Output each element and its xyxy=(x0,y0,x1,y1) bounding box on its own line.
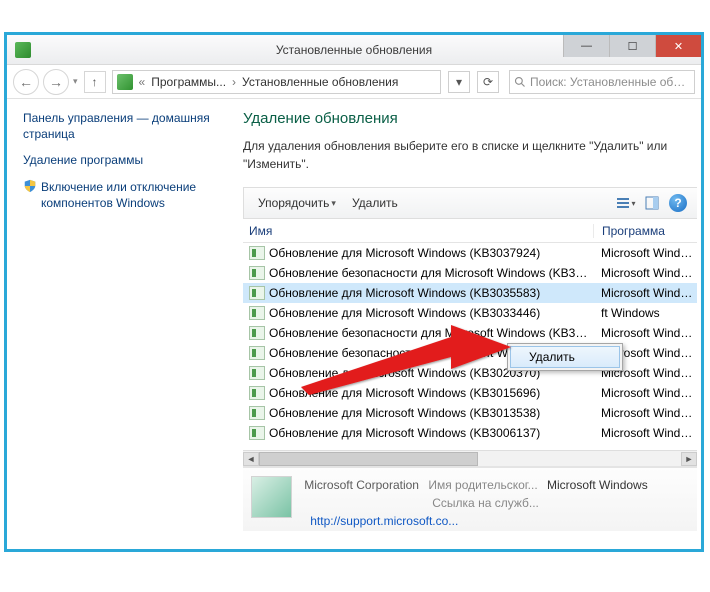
history-dropdown-icon[interactable]: ▾ xyxy=(73,76,78,87)
help-button[interactable]: ? xyxy=(667,192,689,214)
update-icon xyxy=(249,366,265,380)
parent-value: Microsoft Windows xyxy=(547,478,648,492)
navbar: ← → ▾ ↑ « Программы... › Установленные о… xyxy=(7,65,701,99)
table-row[interactable]: Обновление для Microsoft Windows (KB3013… xyxy=(243,403,697,423)
forward-button[interactable]: → xyxy=(43,69,69,95)
publisher-name: Microsoft Corporation xyxy=(304,478,419,492)
update-name: Обновление безопасности для Microsoft Wi… xyxy=(269,266,593,280)
table-row[interactable]: Обновление для Microsoft Windows (KB3020… xyxy=(243,363,697,383)
scroll-right-button[interactable]: ► xyxy=(681,452,697,466)
update-name: Обновление безопасности для Microsoft Wi… xyxy=(269,326,593,340)
minimize-button[interactable]: — xyxy=(563,35,609,57)
shield-icon xyxy=(23,179,37,193)
column-name[interactable]: Имя xyxy=(243,224,593,238)
update-name: Обновление для Microsoft Windows (KB3035… xyxy=(269,286,593,300)
table-row[interactable]: Обновление безопасности для Microsoft Wi… xyxy=(243,323,697,343)
page-description: Для удаления обновления выберите его в с… xyxy=(243,137,697,173)
sidebar-features-label: Включение или отключение компонентов Win… xyxy=(41,179,211,211)
table-row[interactable]: Обновление для Microsoft Windows (KB3033… xyxy=(243,303,697,323)
support-link-label: Ссылка на служб... xyxy=(432,496,539,510)
update-name: Обновление для Microsoft Windows (KB3033… xyxy=(269,306,593,320)
publisher-icon xyxy=(251,476,292,518)
update-icon xyxy=(249,306,265,320)
update-program: Microsoft Windows xyxy=(593,266,697,280)
address-bar[interactable]: « Программы... › Установленные обновлени… xyxy=(112,70,441,94)
column-program[interactable]: Программа xyxy=(593,224,697,238)
sidebar-features-link[interactable]: Включение или отключение компонентов Win… xyxy=(23,179,211,211)
uninstall-button[interactable]: Удалить xyxy=(346,193,404,213)
page-title: Удаление обновления xyxy=(243,110,697,127)
update-program: ft Windows xyxy=(593,306,697,320)
update-name: Обновление для Microsoft Windows (KB3015… xyxy=(269,386,593,400)
titlebar: Установленные обновления — ☐ ✕ xyxy=(7,35,701,65)
chevron-down-icon: ▾ xyxy=(331,198,336,209)
update-icon xyxy=(249,286,265,300)
list-header: Имя Программа xyxy=(243,219,697,243)
sidebar: Панель управления — домашняя страница Уд… xyxy=(7,100,223,549)
up-button[interactable]: ↑ xyxy=(84,71,106,93)
update-name: Обновление для Microsoft Windows (KB3006… xyxy=(269,426,593,440)
update-name: Обновление для Microsoft Windows (KB3013… xyxy=(269,406,593,420)
update-program: Microsoft Windows xyxy=(593,326,697,340)
update-icon xyxy=(249,426,265,440)
context-menu: Удалить xyxy=(507,343,623,371)
search-placeholder: Поиск: Установленные обно... xyxy=(530,75,690,89)
update-icon xyxy=(249,246,265,260)
chevron-right-icon: › xyxy=(230,75,238,89)
breadcrumb-updates[interactable]: Установленные обновления xyxy=(242,75,398,89)
update-program: Microsoft Windows xyxy=(593,426,697,440)
breadcrumb-programs[interactable]: Программы... xyxy=(151,75,226,89)
update-program: Microsoft Windows xyxy=(593,406,697,420)
refresh-button[interactable]: ⟳ xyxy=(477,71,499,93)
scrollbar-thumb[interactable] xyxy=(259,452,478,466)
update-program: Microsoft Windows xyxy=(593,246,697,260)
context-delete-item[interactable]: Удалить xyxy=(510,346,620,368)
table-row[interactable]: Обновление безопасности для Microsoft Wi… xyxy=(243,343,697,363)
update-name: Обновление для Microsoft Windows (KB3037… xyxy=(269,246,593,260)
table-row[interactable]: Обновление для Microsoft Windows (KB3006… xyxy=(243,423,697,443)
update-icon xyxy=(249,326,265,340)
table-row[interactable]: Обновление для Microsoft Windows (KB3015… xyxy=(243,383,697,403)
parent-label: Имя родительског... xyxy=(428,478,537,492)
back-button[interactable]: ← xyxy=(13,69,39,95)
sidebar-home-link[interactable]: Панель управления — домашняя страница xyxy=(23,110,211,142)
maximize-button[interactable]: ☐ xyxy=(609,35,655,57)
update-list[interactable]: Обновление для Microsoft Windows (KB3037… xyxy=(243,243,697,467)
support-link[interactable]: http://support.microsoft.co... xyxy=(310,514,458,528)
sidebar-uninstall-link[interactable]: Удаление программы xyxy=(23,152,211,168)
close-button[interactable]: ✕ xyxy=(655,35,701,57)
search-icon xyxy=(514,76,526,88)
table-row[interactable]: Обновление для Microsoft Windows (KB3037… xyxy=(243,243,697,263)
update-icon xyxy=(249,386,265,400)
search-input[interactable]: Поиск: Установленные обно... xyxy=(509,70,695,94)
main-panel: Удаление обновления Для удаления обновле… xyxy=(223,100,701,549)
scroll-left-button[interactable]: ◄ xyxy=(243,452,259,466)
table-row[interactable]: Обновление для Microsoft Windows (KB3035… xyxy=(243,283,697,303)
toolbar: Упорядочить ▾ Удалить ▾ ? xyxy=(243,187,697,219)
update-icon xyxy=(249,406,265,420)
details-pane: Microsoft Corporation Имя родительског..… xyxy=(243,467,697,531)
horizontal-scrollbar[interactable]: ◄ ► xyxy=(243,450,697,466)
table-row[interactable]: Обновление безопасности для Microsoft Wi… xyxy=(243,263,697,283)
chevron-left-icon: « xyxy=(137,75,148,89)
control-panel-icon xyxy=(117,74,133,90)
organize-button[interactable]: Упорядочить ▾ xyxy=(252,193,342,213)
update-icon xyxy=(249,346,265,360)
update-icon xyxy=(249,266,265,280)
view-options-button[interactable]: ▾ xyxy=(615,192,637,214)
address-dropdown[interactable]: ▾ xyxy=(448,71,470,93)
preview-pane-button[interactable] xyxy=(641,192,663,214)
update-program: Microsoft Windows xyxy=(593,286,697,300)
update-program: Microsoft Windows xyxy=(593,386,697,400)
